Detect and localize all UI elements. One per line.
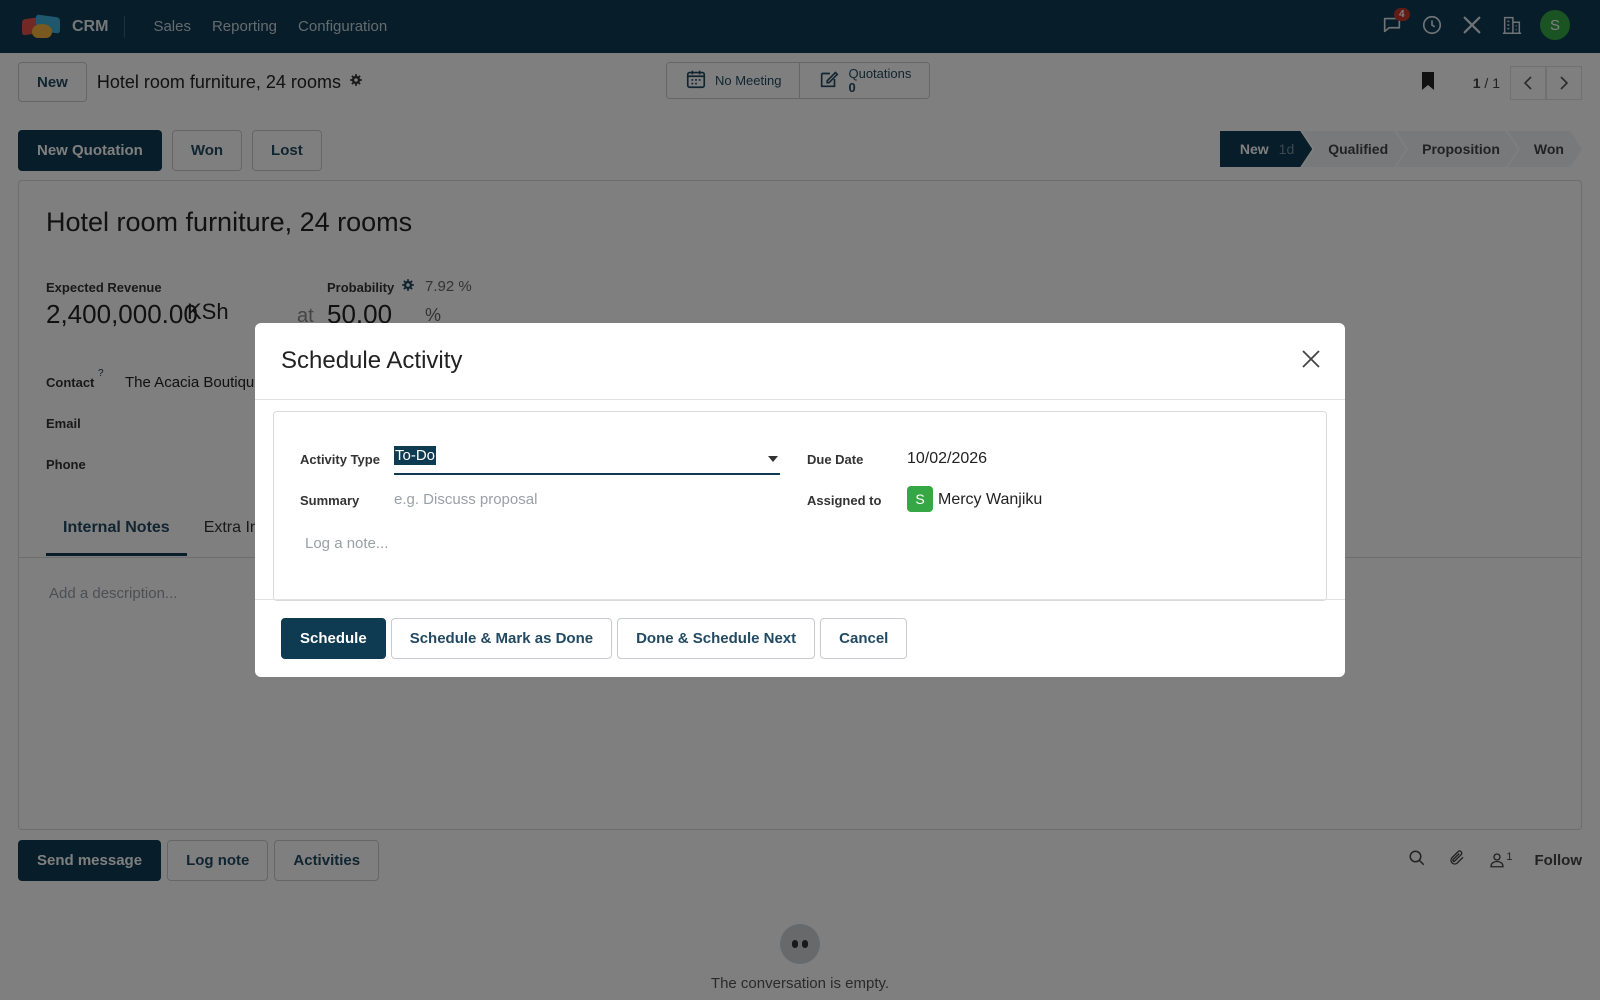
schedule-activity-dialog: Schedule Activity Activity Type To-Do Su…	[255, 323, 1345, 677]
cancel-button[interactable]: Cancel	[820, 618, 908, 659]
schedule-button[interactable]: Schedule	[281, 618, 386, 659]
activity-type-value: To-Do	[394, 446, 437, 465]
done-schedule-next-button[interactable]: Done & Schedule Next	[617, 618, 816, 659]
summary-input[interactable]: e.g. Discuss proposal	[394, 491, 537, 508]
assigned-to-label: Assigned to	[807, 493, 882, 508]
summary-label: Summary	[300, 493, 360, 508]
schedule-mark-done-button[interactable]: Schedule & Mark as Done	[390, 618, 613, 659]
dialog-header: Schedule Activity	[255, 323, 1345, 400]
close-icon[interactable]	[1301, 349, 1321, 374]
dialog-form: Activity Type To-Do Summary e.g. Discuss…	[273, 411, 1327, 601]
assigned-to-input[interactable]: Mercy Wanjiku	[938, 491, 1042, 509]
dialog-title: Schedule Activity	[281, 347, 463, 374]
dialog-footer: Schedule Schedule & Mark as Done Done & …	[255, 599, 1345, 677]
activity-type-select[interactable]: To-Do	[394, 446, 780, 475]
due-date-label: Due Date	[807, 452, 864, 467]
due-date-input[interactable]: 10/02/2026	[907, 450, 987, 468]
caret-down-icon[interactable]	[768, 456, 778, 462]
assignee-avatar: S	[907, 486, 933, 512]
note-editor[interactable]: Log a note...	[305, 535, 388, 552]
activity-type-label: Activity Type	[300, 452, 380, 467]
